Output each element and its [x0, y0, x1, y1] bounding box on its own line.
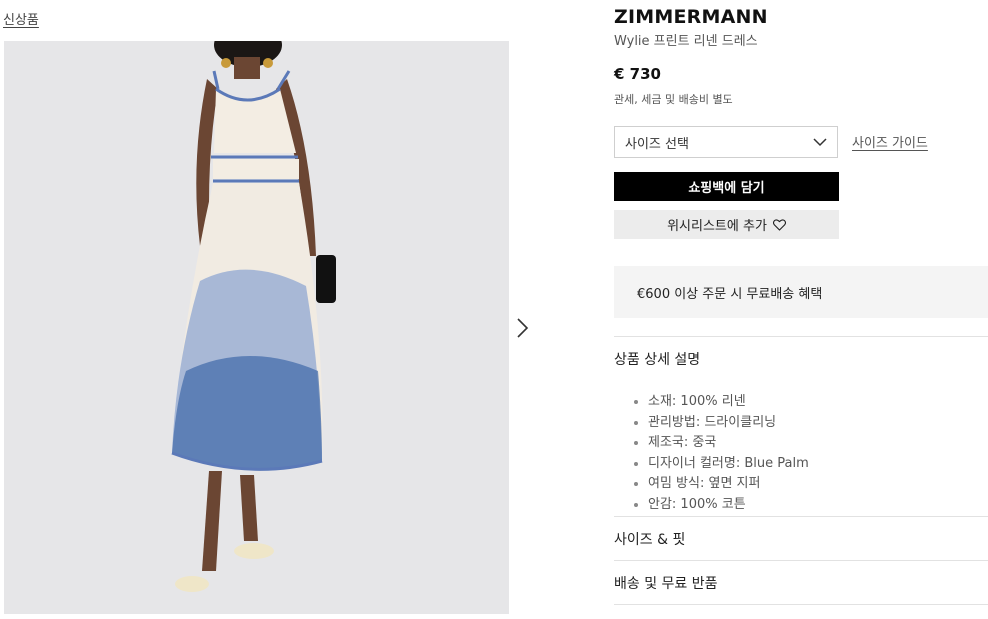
chevron-right-icon: [517, 318, 529, 338]
size-select-placeholder: 사이즈 선택: [625, 136, 689, 152]
divider: [614, 560, 988, 561]
detail-item: 제조국: 중국: [648, 433, 809, 454]
details-list: 소재: 100% 리넨 관리방법: 드라이클리닝 제조국: 중국 디자이너 컬러…: [630, 392, 809, 515]
product-name: Wylie 프린트 리넨 드레스: [614, 34, 758, 49]
detail-item: 소재: 100% 리넨: [648, 392, 809, 413]
heart-icon: [772, 218, 786, 231]
detail-item: 관리방법: 드라이클리닝: [648, 413, 809, 434]
add-to-bag-button[interactable]: 쇼핑백에 담기: [614, 172, 839, 201]
size-select[interactable]: 사이즈 선택: [614, 126, 838, 158]
chevron-down-icon: [813, 137, 827, 146]
add-to-wishlist-button[interactable]: 위시리스트에 추가: [614, 210, 839, 239]
size-guide-link[interactable]: 사이즈 가이드: [852, 132, 928, 151]
tax-note: 관세, 세금 및 배송비 별도: [614, 93, 733, 106]
product-price: € 730: [614, 65, 661, 83]
brand-name[interactable]: ZIMMERMANN: [614, 6, 768, 28]
detail-item: 안감: 100% 코튼: [648, 495, 809, 516]
shipping-section-header[interactable]: 배송 및 무료 반품: [614, 573, 718, 593]
detail-item: 여밈 방식: 옆면 지퍼: [648, 474, 809, 495]
promo-text: €600 이상 주문 시 무료배송 혜택: [637, 286, 823, 302]
wishlist-label: 위시리스트에 추가: [667, 219, 767, 234]
divider: [614, 516, 988, 517]
divider: [614, 336, 988, 337]
new-arrivals-link[interactable]: 신상품: [3, 9, 39, 28]
divider: [614, 604, 988, 605]
free-shipping-banner: €600 이상 주문 시 무료배송 혜택: [614, 266, 988, 318]
size-fit-section-header[interactable]: 사이즈 & 핏: [614, 529, 685, 549]
detail-item: 디자이너 컬러명: Blue Palm: [648, 454, 809, 475]
details-section-header[interactable]: 상품 상세 설명: [614, 349, 700, 369]
product-image: [4, 41, 509, 614]
next-image-button[interactable]: [510, 314, 534, 342]
